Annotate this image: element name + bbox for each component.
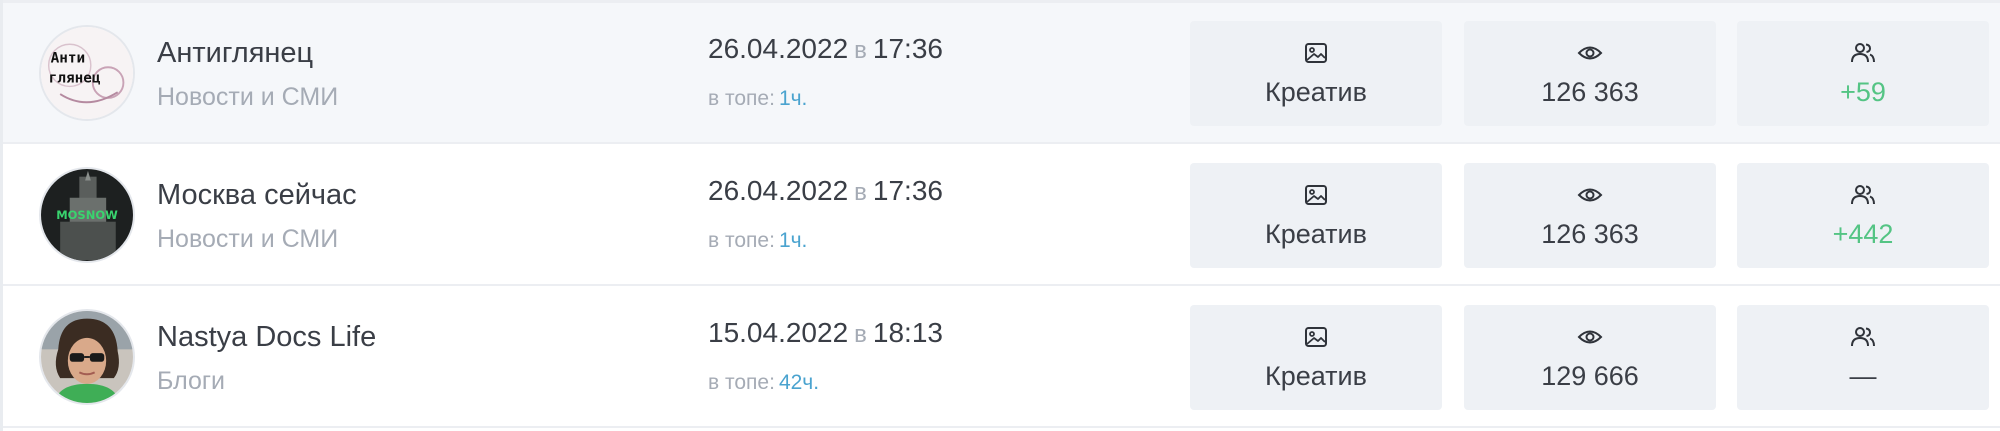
datetime-separator: в <box>854 321 867 348</box>
post-datetime: 15.04.2022 в 18:13 <box>708 317 943 349</box>
subscribers-value: — <box>1849 361 1877 391</box>
post-date: 26.04.2022 <box>708 33 849 64</box>
channel-name[interactable]: Nastya Docs Life <box>157 321 376 354</box>
format-card[interactable]: Креатив <box>1190 21 1442 126</box>
channel-post-list: Анти глянец Антиглянец Новости и СМИ 26.… <box>0 0 2000 431</box>
subscribers-card[interactable]: +59 <box>1737 21 1989 126</box>
in-top-label: в топе: <box>708 371 775 394</box>
format-card[interactable]: Креатив <box>1190 305 1442 410</box>
format-value: Креатив <box>1265 77 1367 107</box>
channel-category: Блоги <box>157 367 225 395</box>
avatar[interactable] <box>39 309 135 405</box>
avatar-logo-bottom: глянец <box>49 71 101 87</box>
avatar-image <box>41 311 133 403</box>
eye-icon <box>1576 39 1604 67</box>
avatar[interactable]: Анти глянец <box>39 25 135 121</box>
views-value: 129 666 <box>1541 361 1639 391</box>
format-value: Креатив <box>1265 361 1367 391</box>
datetime-separator: в <box>854 179 867 206</box>
in-top-label: в топе: <box>708 87 775 110</box>
avatar-logo-top: MOSNOW <box>56 208 118 222</box>
row-divider <box>3 0 2000 3</box>
post-datetime: 26.04.2022 в 17:36 <box>708 175 943 207</box>
image-icon <box>1302 39 1330 67</box>
avatar-logo-top: Анти <box>51 50 86 66</box>
in-top-duration: в топе: 1ч. <box>708 87 807 111</box>
in-top-duration: в топе: 1ч. <box>708 229 807 253</box>
views-card[interactable]: 126 363 <box>1464 163 1716 268</box>
subscribers-card[interactable]: +442 <box>1737 163 1989 268</box>
channel-category: Новости и СМИ <box>157 83 339 111</box>
post-time: 17:36 <box>872 175 943 206</box>
list-item[interactable]: Nastya Docs Life Блоги 15.04.2022 в 18:13 … <box>3 287 2000 428</box>
users-icon <box>1849 39 1877 67</box>
subscribers-value: +59 <box>1840 77 1886 107</box>
image-icon <box>1302 181 1330 209</box>
datetime-separator: в <box>854 37 867 64</box>
post-time: 18:13 <box>872 317 943 348</box>
list-item[interactable]: MOSNOW Москва сейчас Новости и СМИ 26.04… <box>3 145 2000 286</box>
in-top-value: 42ч. <box>778 371 820 394</box>
views-value: 126 363 <box>1541 219 1639 249</box>
in-top-value: 1ч. <box>778 229 808 252</box>
eye-icon <box>1576 181 1604 209</box>
post-time: 17:36 <box>872 33 943 64</box>
post-date: 15.04.2022 <box>708 317 849 348</box>
post-date: 26.04.2022 <box>708 175 849 206</box>
list-item[interactable]: Анти глянец Антиглянец Новости и СМИ 26.… <box>3 0 2000 144</box>
avatar[interactable]: MOSNOW <box>39 167 135 263</box>
views-value: 126 363 <box>1541 77 1639 107</box>
subscribers-card[interactable]: — <box>1737 305 1989 410</box>
post-datetime: 26.04.2022 в 17:36 <box>708 33 943 65</box>
avatar-image: MOSNOW <box>41 169 133 261</box>
users-icon <box>1849 323 1877 351</box>
channel-category: Новости и СМИ <box>157 225 339 253</box>
views-card[interactable]: 129 666 <box>1464 305 1716 410</box>
format-value: Креатив <box>1265 219 1367 249</box>
channel-name[interactable]: Москва сейчас <box>157 179 357 212</box>
views-card[interactable]: 126 363 <box>1464 21 1716 126</box>
eye-icon <box>1576 323 1604 351</box>
subscribers-value: +442 <box>1832 219 1894 249</box>
avatar-image: Анти глянец <box>41 27 133 119</box>
in-top-label: в топе: <box>708 229 775 252</box>
in-top-value: 1ч. <box>778 87 808 110</box>
format-card[interactable]: Креатив <box>1190 163 1442 268</box>
channel-name[interactable]: Антиглянец <box>157 37 313 70</box>
image-icon <box>1302 323 1330 351</box>
in-top-duration: в топе: 42ч. <box>708 371 819 395</box>
users-icon <box>1849 181 1877 209</box>
